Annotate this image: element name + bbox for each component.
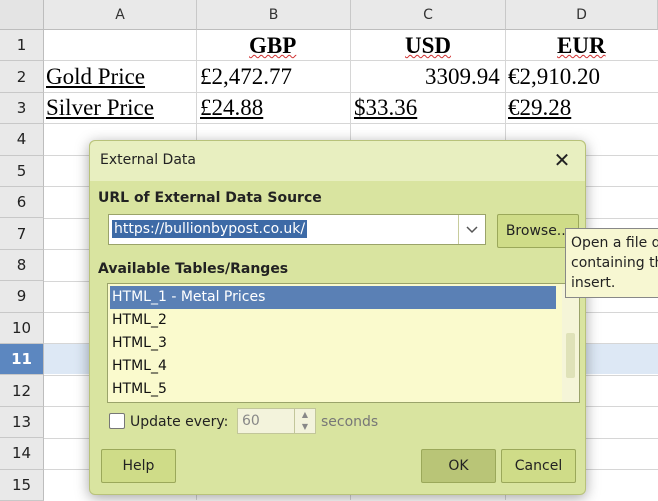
dialog-titlebar[interactable]: External Data ✕ (90, 141, 585, 181)
dialog-title: External Data (100, 152, 196, 168)
tables-label: Available Tables/Ranges (98, 261, 289, 277)
cell-b1[interactable]: GBP (249, 30, 296, 61)
column-header-a[interactable]: A (44, 0, 197, 30)
url-label: URL of External Data Source (98, 190, 322, 206)
row-header-13[interactable]: 13 (0, 406, 44, 439)
external-data-dialog: External Data ✕ URL of External Data Sou… (89, 140, 586, 495)
row-header-6[interactable]: 6 (0, 187, 44, 219)
list-item[interactable]: HTML_4 (110, 355, 556, 378)
row-header-2[interactable]: 2 (0, 61, 44, 93)
cell-a3[interactable]: Silver Price (46, 92, 154, 123)
row-header-15[interactable]: 15 (0, 469, 44, 501)
ok-button[interactable]: OK (421, 449, 496, 483)
update-label: Update every: (130, 414, 229, 430)
list-item[interactable]: HTML_2 (110, 309, 556, 332)
cell-d3[interactable]: €29.28 (508, 92, 571, 123)
header-usd: USD (405, 33, 452, 58)
update-interval-spinner[interactable]: 60 ▲ ▼ (237, 408, 316, 434)
header-gbp: GBP (249, 33, 297, 58)
browse-tooltip: Open a file d containing th insert. (565, 228, 658, 298)
tables-list[interactable]: HTML_1 - Metal Prices HTML_2 HTML_3 HTML… (107, 283, 580, 403)
cell-c3[interactable]: $33.36 (354, 92, 417, 123)
header-eur: EUR (557, 33, 606, 58)
row-header-3[interactable]: 3 (0, 92, 44, 125)
url-combobox[interactable]: https://bullionbypost.co.uk/ (108, 214, 486, 245)
row-header-1[interactable]: 1 (0, 30, 44, 62)
update-interval-value[interactable]: 60 (242, 413, 260, 429)
update-checkbox[interactable] (109, 413, 125, 429)
tooltip-line: insert. (571, 275, 616, 291)
help-button[interactable]: Help (101, 449, 176, 483)
list-item[interactable]: HTML_1 - Metal Prices (110, 286, 556, 309)
row-header-12[interactable]: 12 (0, 375, 44, 407)
close-icon[interactable]: ✕ (551, 149, 573, 171)
row-header-11[interactable]: 11 (0, 344, 44, 376)
cell-b2[interactable]: £2,472.77 (200, 61, 292, 92)
list-scrollbar[interactable] (562, 284, 579, 402)
row-header-4[interactable]: 4 (0, 124, 44, 156)
cell-c1[interactable]: USD (405, 30, 451, 61)
list-item[interactable]: HTML_3 (110, 332, 556, 355)
spin-up-icon[interactable]: ▲ (294, 409, 315, 421)
column-header-d[interactable]: D (506, 0, 658, 30)
row-header-7[interactable]: 7 (0, 218, 44, 250)
row-header-8[interactable]: 8 (0, 249, 44, 282)
cell-d2[interactable]: €2,910.20 (508, 61, 600, 92)
row-header-14[interactable]: 14 (0, 438, 44, 470)
url-input[interactable]: https://bullionbypost.co.uk/ (112, 220, 308, 238)
cancel-button[interactable]: Cancel (501, 449, 576, 483)
tooltip-line: Open a file d (571, 235, 658, 251)
spin-down-icon[interactable]: ▼ (294, 421, 315, 433)
select-all-corner[interactable] (0, 0, 44, 30)
cell-c2[interactable]: 3309.94 (425, 61, 500, 92)
column-header-b[interactable]: B (197, 0, 351, 30)
list-item[interactable]: HTML_5 (110, 378, 556, 401)
chevron-down-icon[interactable] (458, 215, 485, 244)
tooltip-line: containing th (571, 255, 658, 271)
cell-a2[interactable]: Gold Price (46, 61, 145, 92)
seconds-label: seconds (321, 414, 379, 430)
row-header-5[interactable]: 5 (0, 155, 44, 187)
cell-d1[interactable]: EUR (557, 30, 606, 61)
row-header-10[interactable]: 10 (0, 312, 44, 344)
scrollbar-thumb[interactable] (566, 333, 575, 378)
grid-line (44, 123, 658, 124)
column-header-c[interactable]: C (351, 0, 506, 30)
cell-b3[interactable]: £24.88 (200, 92, 263, 123)
row-header-9[interactable]: 9 (0, 281, 44, 313)
